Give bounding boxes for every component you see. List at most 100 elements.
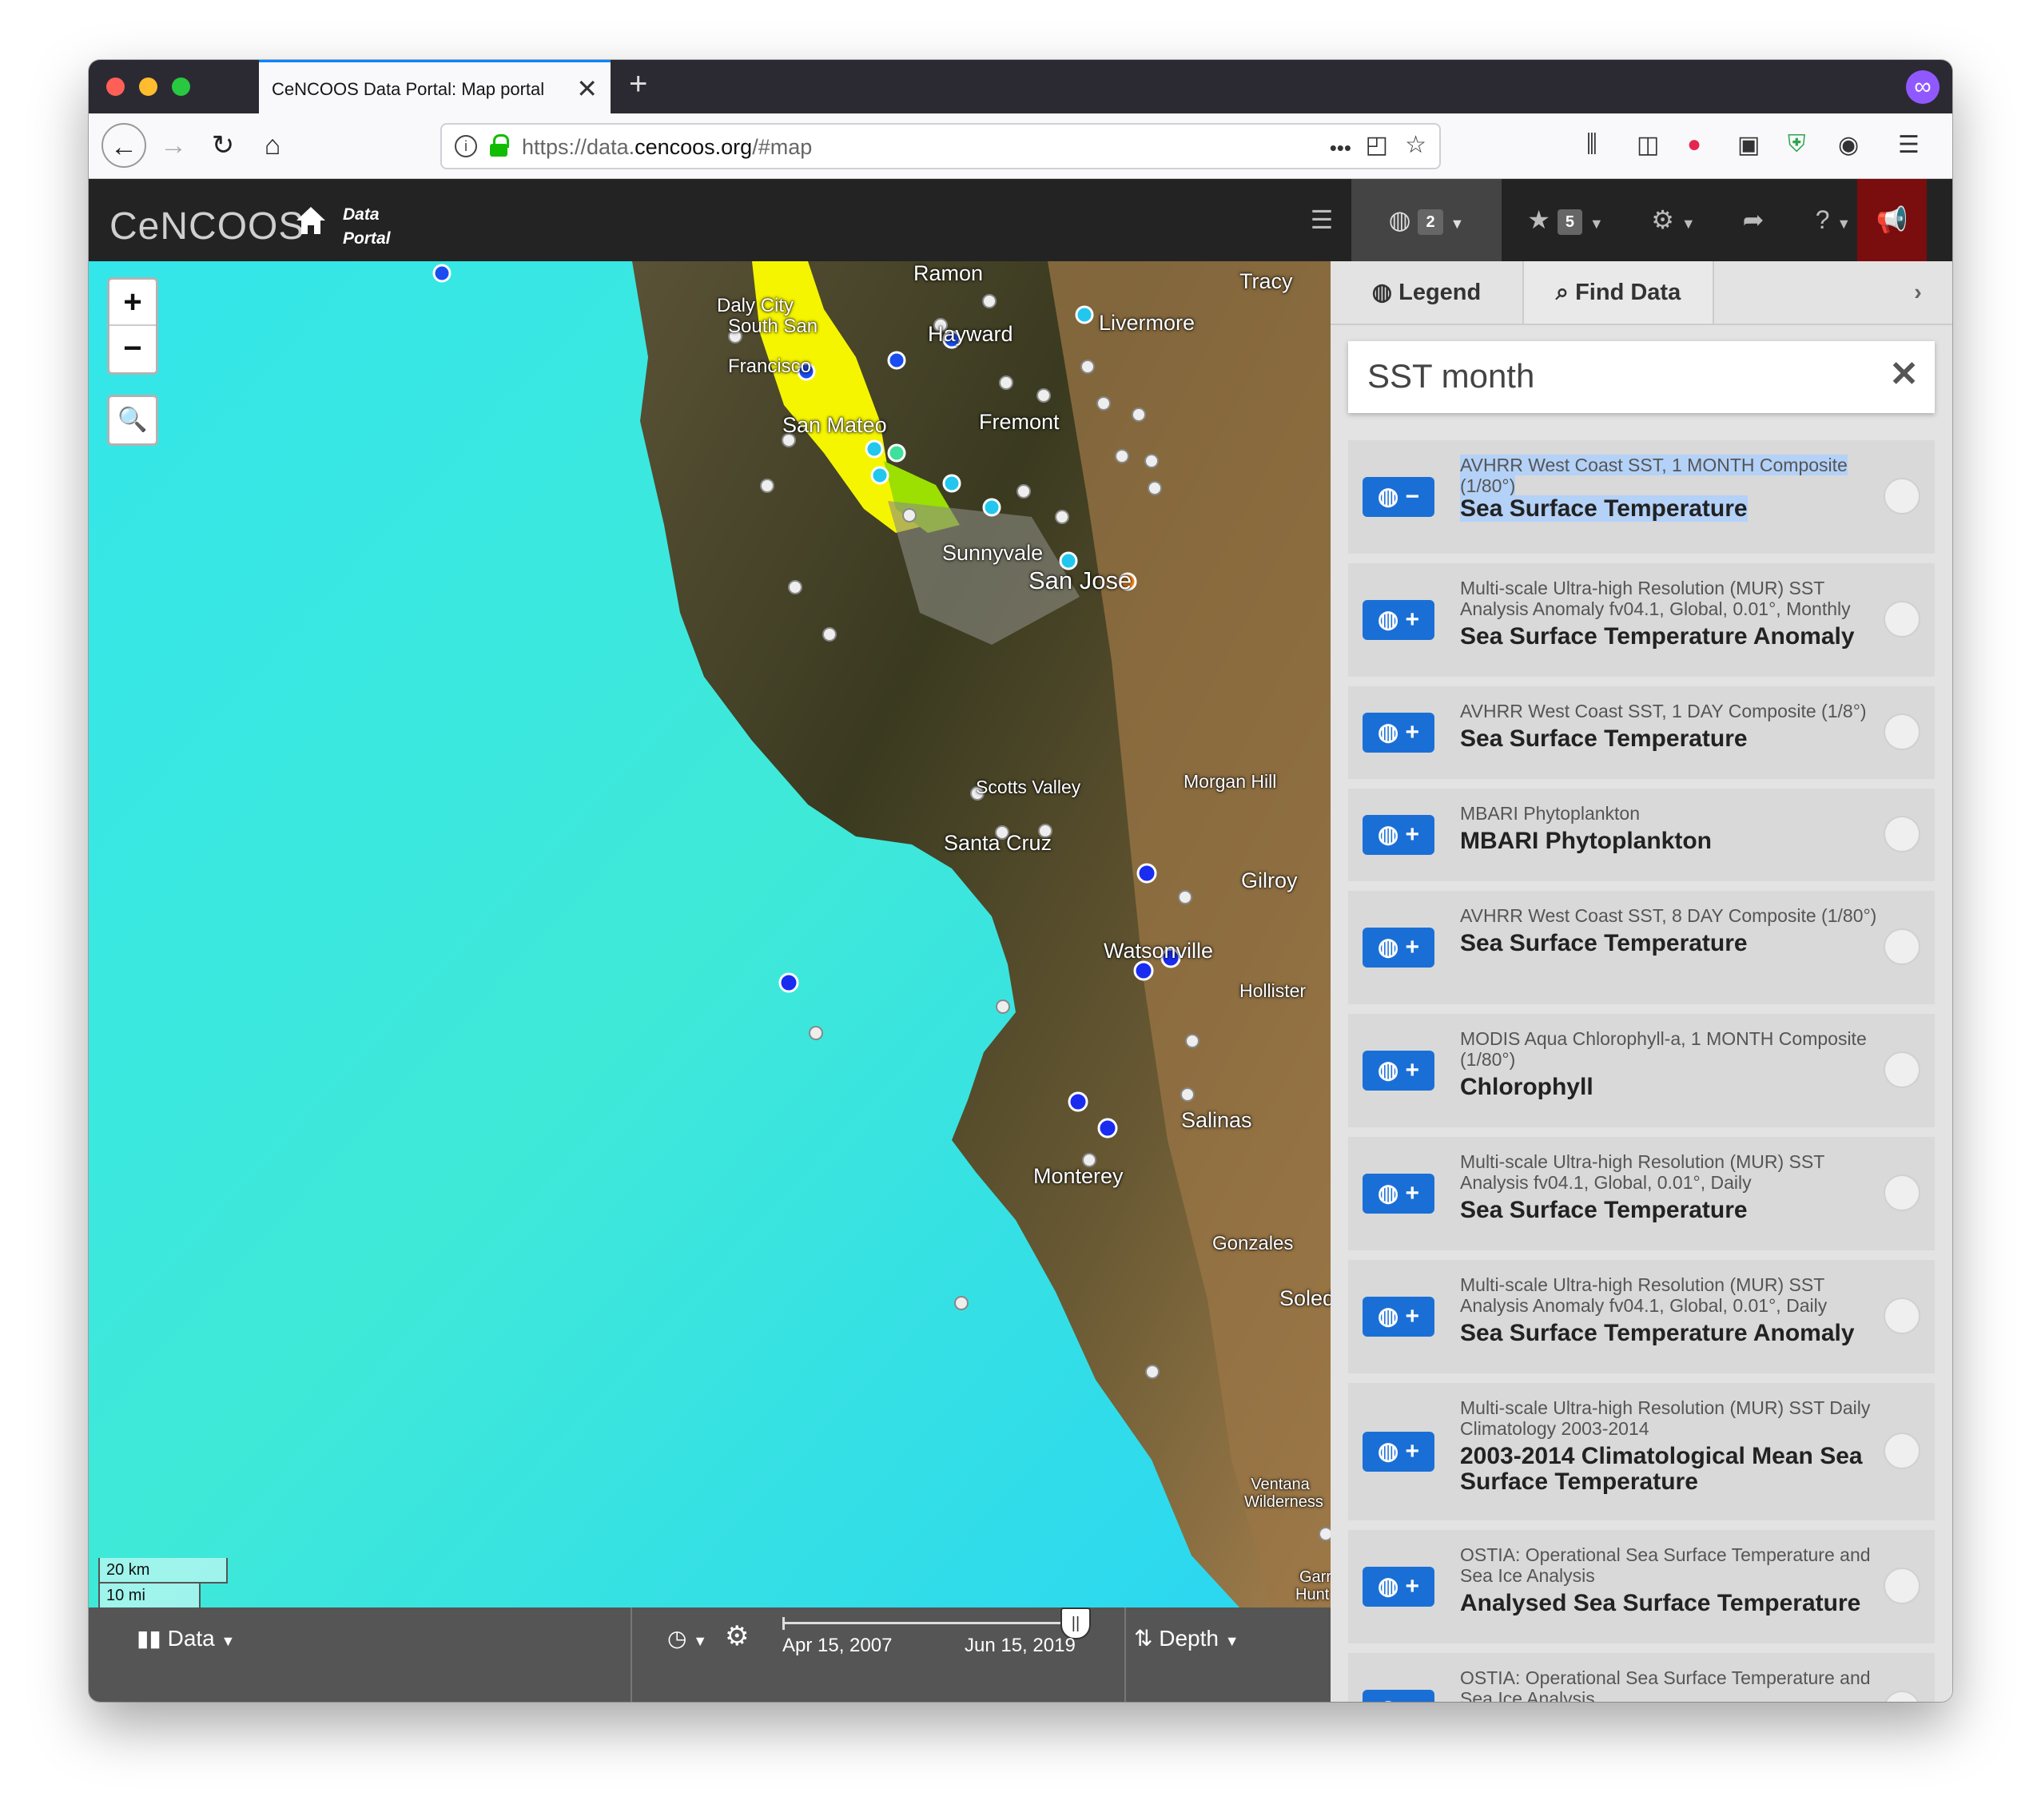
new-tab-icon[interactable]: +	[629, 66, 647, 102]
place-label: Fremont	[979, 410, 1060, 434]
tab-find-data[interactable]: ⌕ Find Data	[1522, 261, 1714, 324]
map-view[interactable]: Ramon Tracy Livermore Daly City South Sa…	[89, 261, 1331, 1607]
globe-icon: ◍	[1377, 1573, 1399, 1599]
shield-icon[interactable]: ⛨	[1788, 131, 1806, 158]
favorites-count-badge: 5	[1557, 209, 1582, 235]
divider	[1331, 324, 1952, 325]
settings-menu-button[interactable]: ⚙ ▼	[1629, 179, 1717, 261]
extension-icon[interactable]: ●	[1687, 131, 1701, 158]
place-label: Hollister	[1239, 980, 1307, 1001]
result-name: Sea Surface Temperature	[1460, 725, 1748, 752]
list-item[interactable]: ◍ + OSTIA: Operational Sea Surface Tempe…	[1348, 1653, 1935, 1702]
reload-icon[interactable]: ↻	[201, 123, 245, 168]
add-layer-button[interactable]: ◍ +	[1363, 1567, 1434, 1607]
add-layer-button[interactable]: ◍ +	[1363, 1297, 1434, 1337]
place-label: Hunt	[1295, 1586, 1330, 1603]
scale-km: 20 km	[98, 1558, 228, 1584]
add-layer-button[interactable]: ◍ +	[1363, 928, 1434, 968]
bookmark-star-icon[interactable]: ☆	[1405, 131, 1426, 159]
list-item[interactable]: ◍ + Multi-scale Ultra-high Resolution (M…	[1348, 1383, 1935, 1520]
divider	[631, 1607, 632, 1702]
list-item[interactable]: ◍ − AVHRR West Coast SST, 1 MONTH Compos…	[1348, 440, 1935, 554]
place-label: Santa Cruz	[944, 831, 1052, 855]
place-label: Watsonville	[1104, 939, 1214, 963]
result-title: OSTIA: Operational Sea Surface Temperatu…	[1460, 1544, 1871, 1586]
zoom-in-button[interactable]: +	[109, 280, 156, 326]
divider	[1124, 1607, 1126, 1702]
globe-icon: ◍	[1377, 1180, 1399, 1206]
favorites-menu-button[interactable]: ★ 5 ▼	[1502, 179, 1629, 261]
list-item[interactable]: ◍ + OSTIA: Operational Sea Surface Tempe…	[1348, 1530, 1935, 1643]
share-icon[interactable]: ➦	[1717, 179, 1789, 261]
scale-mi: 10 mi	[98, 1584, 201, 1607]
remove-layer-button[interactable]: ◍ −	[1363, 477, 1434, 517]
forward-icon[interactable]: →	[151, 123, 196, 168]
list-item[interactable]: ◍ + MBARI Phytoplankton MBARI Phytoplank…	[1348, 789, 1935, 881]
add-layer-button[interactable]: ◍ +	[1363, 600, 1434, 640]
menu-icon[interactable]: ☰	[1898, 131, 1920, 159]
screenshot-icon[interactable]: ▣	[1737, 131, 1760, 159]
data-portal-label: Data Portal	[343, 205, 391, 248]
caret-down-icon: ▼	[693, 1633, 708, 1649]
result-title: MBARI Phytoplankton	[1460, 803, 1641, 824]
close-tab-icon[interactable]: ✕	[576, 74, 598, 104]
browser-tab[interactable]: CeNCOOS Data Portal: Map portal ✕	[259, 60, 611, 113]
list-item[interactable]: ◍ + AVHRR West Coast SST, 1 DAY Composit…	[1348, 686, 1935, 779]
minimize-window-button[interactable]	[139, 77, 157, 96]
list-item[interactable]: ◍ + MODIS Aqua Chlorophyll-a, 1 MONTH Co…	[1348, 1014, 1935, 1127]
globe-icon: ◍	[1377, 1438, 1399, 1464]
add-layer-button[interactable]: ◍ +	[1363, 713, 1434, 753]
add-layer-button[interactable]: ◍ +	[1363, 1174, 1434, 1214]
place-label: Garr	[1299, 1568, 1331, 1586]
tab-legend[interactable]: ◍ Legend	[1331, 261, 1522, 324]
layers-menu-button[interactable]: ◍ 2 ▼	[1351, 179, 1502, 261]
clear-search-icon[interactable]: ✕	[1889, 354, 1919, 395]
add-layer-button[interactable]: ◍ +	[1363, 1690, 1434, 1702]
box-zoom-icon[interactable]: 🔍	[107, 395, 158, 446]
result-name: 2003-2014 Climatological Mean Sea Surfac…	[1460, 1443, 1863, 1495]
time-slider-start-handle[interactable]	[782, 1617, 785, 1630]
time-settings-gear-icon[interactable]: ⚙	[725, 1620, 749, 1652]
back-icon[interactable]: ←	[101, 123, 146, 168]
add-layer-button[interactable]: ◍ +	[1363, 1051, 1434, 1091]
cencoos-logo[interactable]: CeNCOOS	[109, 205, 304, 248]
results-list: ◍ − AVHRR West Coast SST, 1 MONTH Compos…	[1348, 440, 1935, 1702]
add-layer-button[interactable]: ◍ +	[1363, 1432, 1434, 1472]
address-bar[interactable]: i https://data.cencoos.org/#map ••• ◰ ☆	[440, 123, 1441, 169]
list-item[interactable]: ◍ + Multi-scale Ultra-high Resolution (M…	[1348, 563, 1935, 677]
info-icon[interactable]: i	[455, 135, 477, 157]
list-icon[interactable]: ☰	[1295, 179, 1348, 261]
end-date: Jun 15, 2019	[965, 1635, 1076, 1656]
list-item[interactable]: ◍ + Multi-scale Ultra-high Resolution (M…	[1348, 1137, 1935, 1250]
list-item[interactable]: ◍ + Multi-scale Ultra-high Resolution (M…	[1348, 1260, 1935, 1373]
add-layer-button[interactable]: ◍ +	[1363, 815, 1434, 855]
library-icon[interactable]: ⫼	[1586, 131, 1597, 158]
star-icon: ★	[1527, 205, 1550, 234]
pocket-icon[interactable]: ◰	[1366, 131, 1388, 159]
home-icon[interactable]	[295, 205, 327, 236]
data-menu-button[interactable]: ▮▮ Data ▼	[137, 1625, 235, 1651]
list-item[interactable]: ◍ + AVHRR West Coast SST, 8 DAY Composit…	[1348, 891, 1935, 1004]
home-icon[interactable]: ⌂	[250, 123, 295, 168]
page-actions-icon[interactable]: •••	[1330, 136, 1351, 161]
depth-menu-button[interactable]: ⇅ Depth ▼	[1134, 1625, 1239, 1651]
navigation-bar: ← → ↻ ⌂ i https://data.cencoos.org/#map …	[89, 113, 1952, 179]
time-slider-track[interactable]	[782, 1622, 1078, 1624]
announcement-icon[interactable]: 📢	[1857, 179, 1927, 261]
zoom-out-button[interactable]: −	[109, 326, 156, 372]
clock-icon: ◷	[667, 1626, 687, 1651]
gear-icon: ⚙	[1651, 205, 1674, 234]
clock-menu-button[interactable]: ◷ ▼	[667, 1625, 707, 1651]
globe-icon: ◍	[1378, 1696, 1398, 1702]
close-window-button[interactable]	[106, 77, 125, 96]
account-icon[interactable]: ◉	[1838, 131, 1859, 159]
sidebar-icon[interactable]: ◫	[1637, 131, 1659, 159]
maximize-window-button[interactable]	[172, 77, 190, 96]
result-title: AVHRR West Coast SST, 1 DAY Composite (1…	[1460, 701, 1867, 721]
private-mask-icon[interactable]: ∞	[1906, 70, 1940, 104]
sort-icon: ⇅	[1134, 1626, 1153, 1651]
globe-icon	[1884, 1433, 1920, 1469]
collapse-panel-icon[interactable]: ›	[1890, 261, 1946, 324]
caret-down-icon: ▼	[221, 1633, 236, 1649]
search-input[interactable]: SST month ✕	[1348, 341, 1935, 413]
